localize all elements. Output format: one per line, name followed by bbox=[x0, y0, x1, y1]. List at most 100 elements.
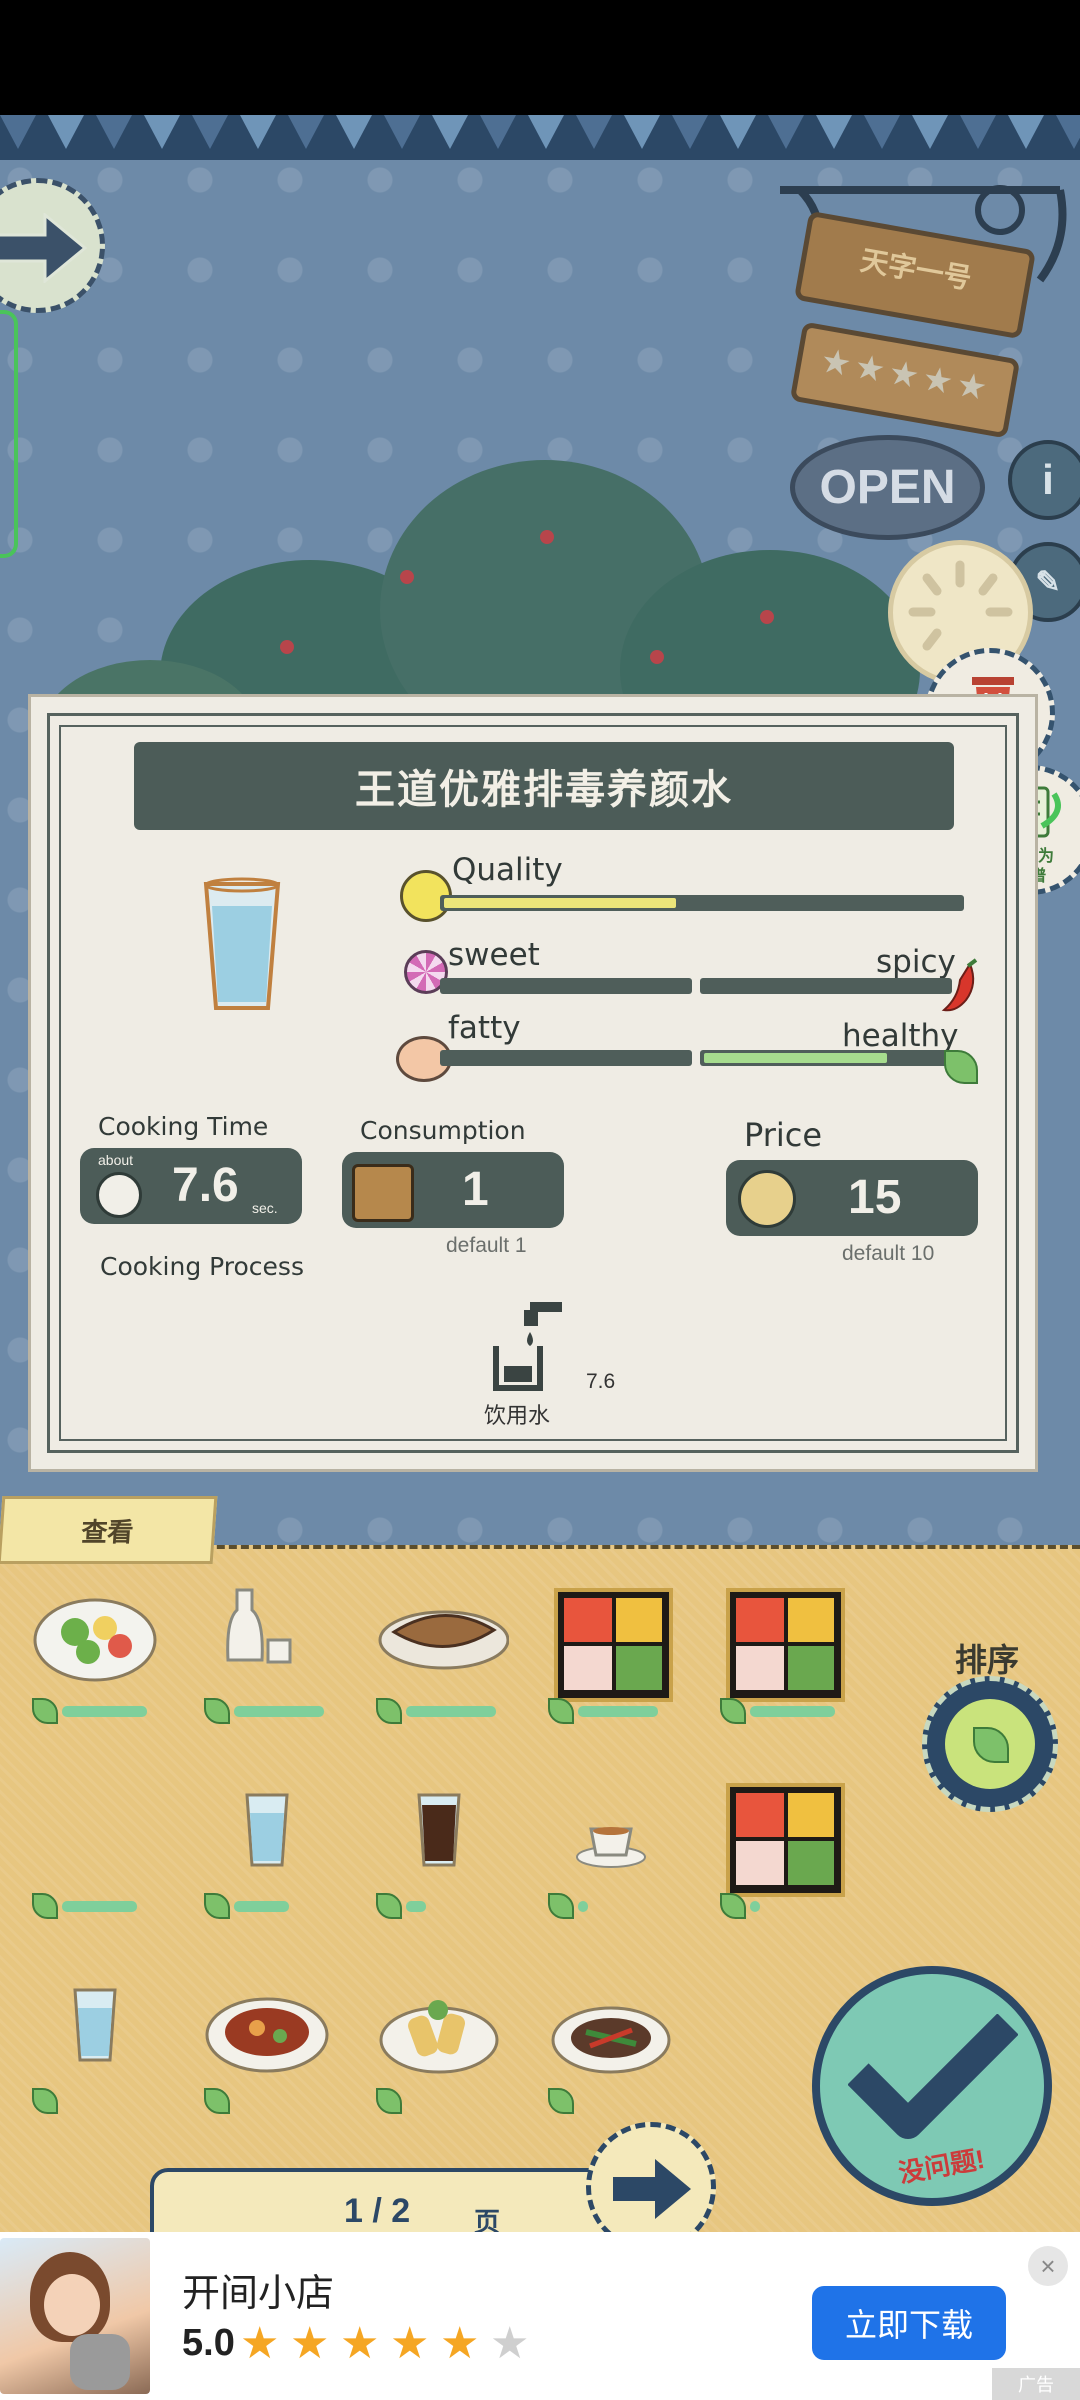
dish-slot[interactable] bbox=[374, 1960, 524, 2120]
dish-slot[interactable] bbox=[202, 1765, 352, 1925]
dish-slot[interactable] bbox=[374, 1765, 524, 1925]
ingredient-basket-icon bbox=[352, 1164, 414, 1222]
cooking-process-label: Cooking Process bbox=[100, 1252, 304, 1281]
grilled-fish-icon bbox=[378, 1610, 510, 1670]
ad-close-button[interactable]: × bbox=[1028, 2246, 1068, 2286]
dish-health-bar bbox=[62, 1706, 147, 1717]
price-default: default 10 bbox=[842, 1242, 935, 1265]
dish-slot[interactable] bbox=[30, 1570, 180, 1730]
dish-slot[interactable] bbox=[30, 1765, 180, 1925]
consumption-default: default 1 bbox=[446, 1234, 527, 1257]
open-status-sign: OPEN bbox=[790, 435, 985, 540]
dish-health-bar bbox=[750, 1901, 760, 1912]
recipe-title: 王道优雅排毒养颜水 bbox=[134, 742, 954, 830]
dish-slot[interactable] bbox=[546, 1570, 696, 1730]
water-glass-icon bbox=[203, 877, 281, 1010]
rating-star-icon: ★ bbox=[290, 2319, 330, 2368]
consumption-box: 1 bbox=[342, 1152, 564, 1228]
water-tap-icon bbox=[493, 1302, 562, 1391]
rating-star-icon: ★ bbox=[340, 2319, 380, 2368]
dish-slot[interactable] bbox=[202, 1960, 352, 2120]
sake-bottle-icon bbox=[226, 1588, 292, 1664]
ad-app-icon[interactable] bbox=[0, 2238, 150, 2394]
healthy-bar-fill bbox=[704, 1053, 887, 1063]
quality-label: Quality bbox=[452, 852, 563, 888]
dish-slot[interactable] bbox=[718, 1570, 868, 1730]
book-icon: ✎ bbox=[1035, 565, 1061, 599]
sec-label: sec. bbox=[252, 1200, 278, 1216]
side-drawer-handle[interactable] bbox=[0, 310, 18, 558]
status-bar bbox=[0, 0, 1080, 115]
fatty-label: fatty bbox=[448, 1010, 521, 1046]
dish-health-bar bbox=[578, 1901, 588, 1912]
about-label: about bbox=[98, 1152, 134, 1168]
ad-app-name[interactable]: 开间小店 bbox=[182, 2262, 334, 2317]
bento-box-icon bbox=[726, 1588, 845, 1702]
quality-bar bbox=[440, 895, 964, 911]
ad-label-badge: 广告 bbox=[992, 2368, 1080, 2400]
spicy-bar bbox=[700, 978, 952, 994]
spring-rolls-plate-icon bbox=[379, 2000, 499, 2074]
ad-rating-value: 5.0 bbox=[182, 2322, 235, 2364]
dish-health-bar bbox=[234, 1706, 324, 1717]
cola-glass-icon bbox=[417, 1793, 461, 1867]
teacup-icon bbox=[576, 1827, 646, 1868]
dish-health-bar bbox=[406, 1901, 426, 1912]
ingredient-time: 7.6 bbox=[586, 1370, 616, 1393]
dish-health-bar bbox=[62, 1901, 137, 1912]
sweet-bar bbox=[440, 978, 692, 994]
dish-slot[interactable] bbox=[546, 1765, 696, 1925]
info-button[interactable]: i bbox=[1008, 440, 1080, 520]
sweet-label: sweet bbox=[448, 937, 540, 973]
sort-button[interactable] bbox=[922, 1676, 1058, 1812]
quality-bar-fill bbox=[444, 898, 676, 908]
price-label: Price bbox=[744, 1116, 823, 1154]
sort-label: 排序 bbox=[955, 1642, 1020, 1678]
shop-rating: ★★★★★ bbox=[789, 321, 1021, 439]
chili-pepper-icon bbox=[941, 958, 978, 1012]
rating-star-icon: ★ bbox=[390, 2319, 430, 2368]
stew-plate-icon bbox=[205, 1997, 329, 2073]
dish-health-bar bbox=[234, 1901, 289, 1912]
dish-health-bar bbox=[578, 1706, 658, 1717]
dish-slot[interactable] bbox=[374, 1570, 524, 1730]
download-button[interactable]: 立即下载 bbox=[812, 2286, 1006, 2360]
bento-box-icon bbox=[554, 1588, 673, 1702]
bunting-banner bbox=[0, 115, 1080, 164]
water-glass-icon bbox=[73, 1988, 117, 2062]
stopwatch-icon bbox=[96, 1172, 142, 1218]
leaf-icon bbox=[973, 1727, 1009, 1763]
ingredient-name: 饮用水 bbox=[484, 1403, 551, 1428]
price-box: 15 bbox=[726, 1160, 978, 1236]
view-tab[interactable]: 查看 bbox=[0, 1496, 218, 1564]
consumption-label: Consumption bbox=[360, 1116, 526, 1145]
checkmark-icon bbox=[848, 2014, 1018, 2139]
cooking-time-value: 7.6 bbox=[172, 1159, 239, 1212]
dish-slot[interactable] bbox=[202, 1570, 352, 1730]
consumption-value: 1 bbox=[462, 1163, 489, 1216]
confirm-button[interactable]: 没问题! bbox=[812, 1966, 1052, 2206]
healthy-label: healthy bbox=[842, 1018, 959, 1054]
bento-box-icon bbox=[726, 1783, 845, 1897]
dish-slot[interactable] bbox=[546, 1960, 696, 2120]
dish-health-bar bbox=[406, 1706, 496, 1717]
rating-star-icon: ★ bbox=[240, 2319, 280, 2368]
leaf-icon bbox=[32, 1893, 58, 1919]
healthy-bar bbox=[700, 1050, 952, 1066]
dish-slot[interactable] bbox=[718, 1765, 868, 1925]
arrow-right-icon bbox=[0, 213, 87, 283]
stir-fry-plate-icon bbox=[551, 2006, 671, 2074]
arrow-right-icon bbox=[613, 2159, 691, 2219]
confirm-label: 没问题! bbox=[896, 2143, 987, 2189]
info-icon: i bbox=[1042, 456, 1054, 503]
salad-plate-icon bbox=[33, 1598, 157, 1682]
rating-stars-icon: ★★★★★ bbox=[817, 341, 995, 409]
dish-health-bar bbox=[750, 1706, 835, 1717]
cooking-time-label: Cooking Time bbox=[98, 1112, 269, 1141]
coin-icon bbox=[738, 1170, 796, 1228]
price-value: 15 bbox=[848, 1171, 902, 1224]
cooking-time-box: about 7.6 sec. bbox=[80, 1148, 302, 1224]
fatty-bar bbox=[440, 1050, 692, 1066]
dish-slot[interactable] bbox=[30, 1960, 180, 2120]
rating-star-icon: ★ bbox=[490, 2319, 530, 2368]
